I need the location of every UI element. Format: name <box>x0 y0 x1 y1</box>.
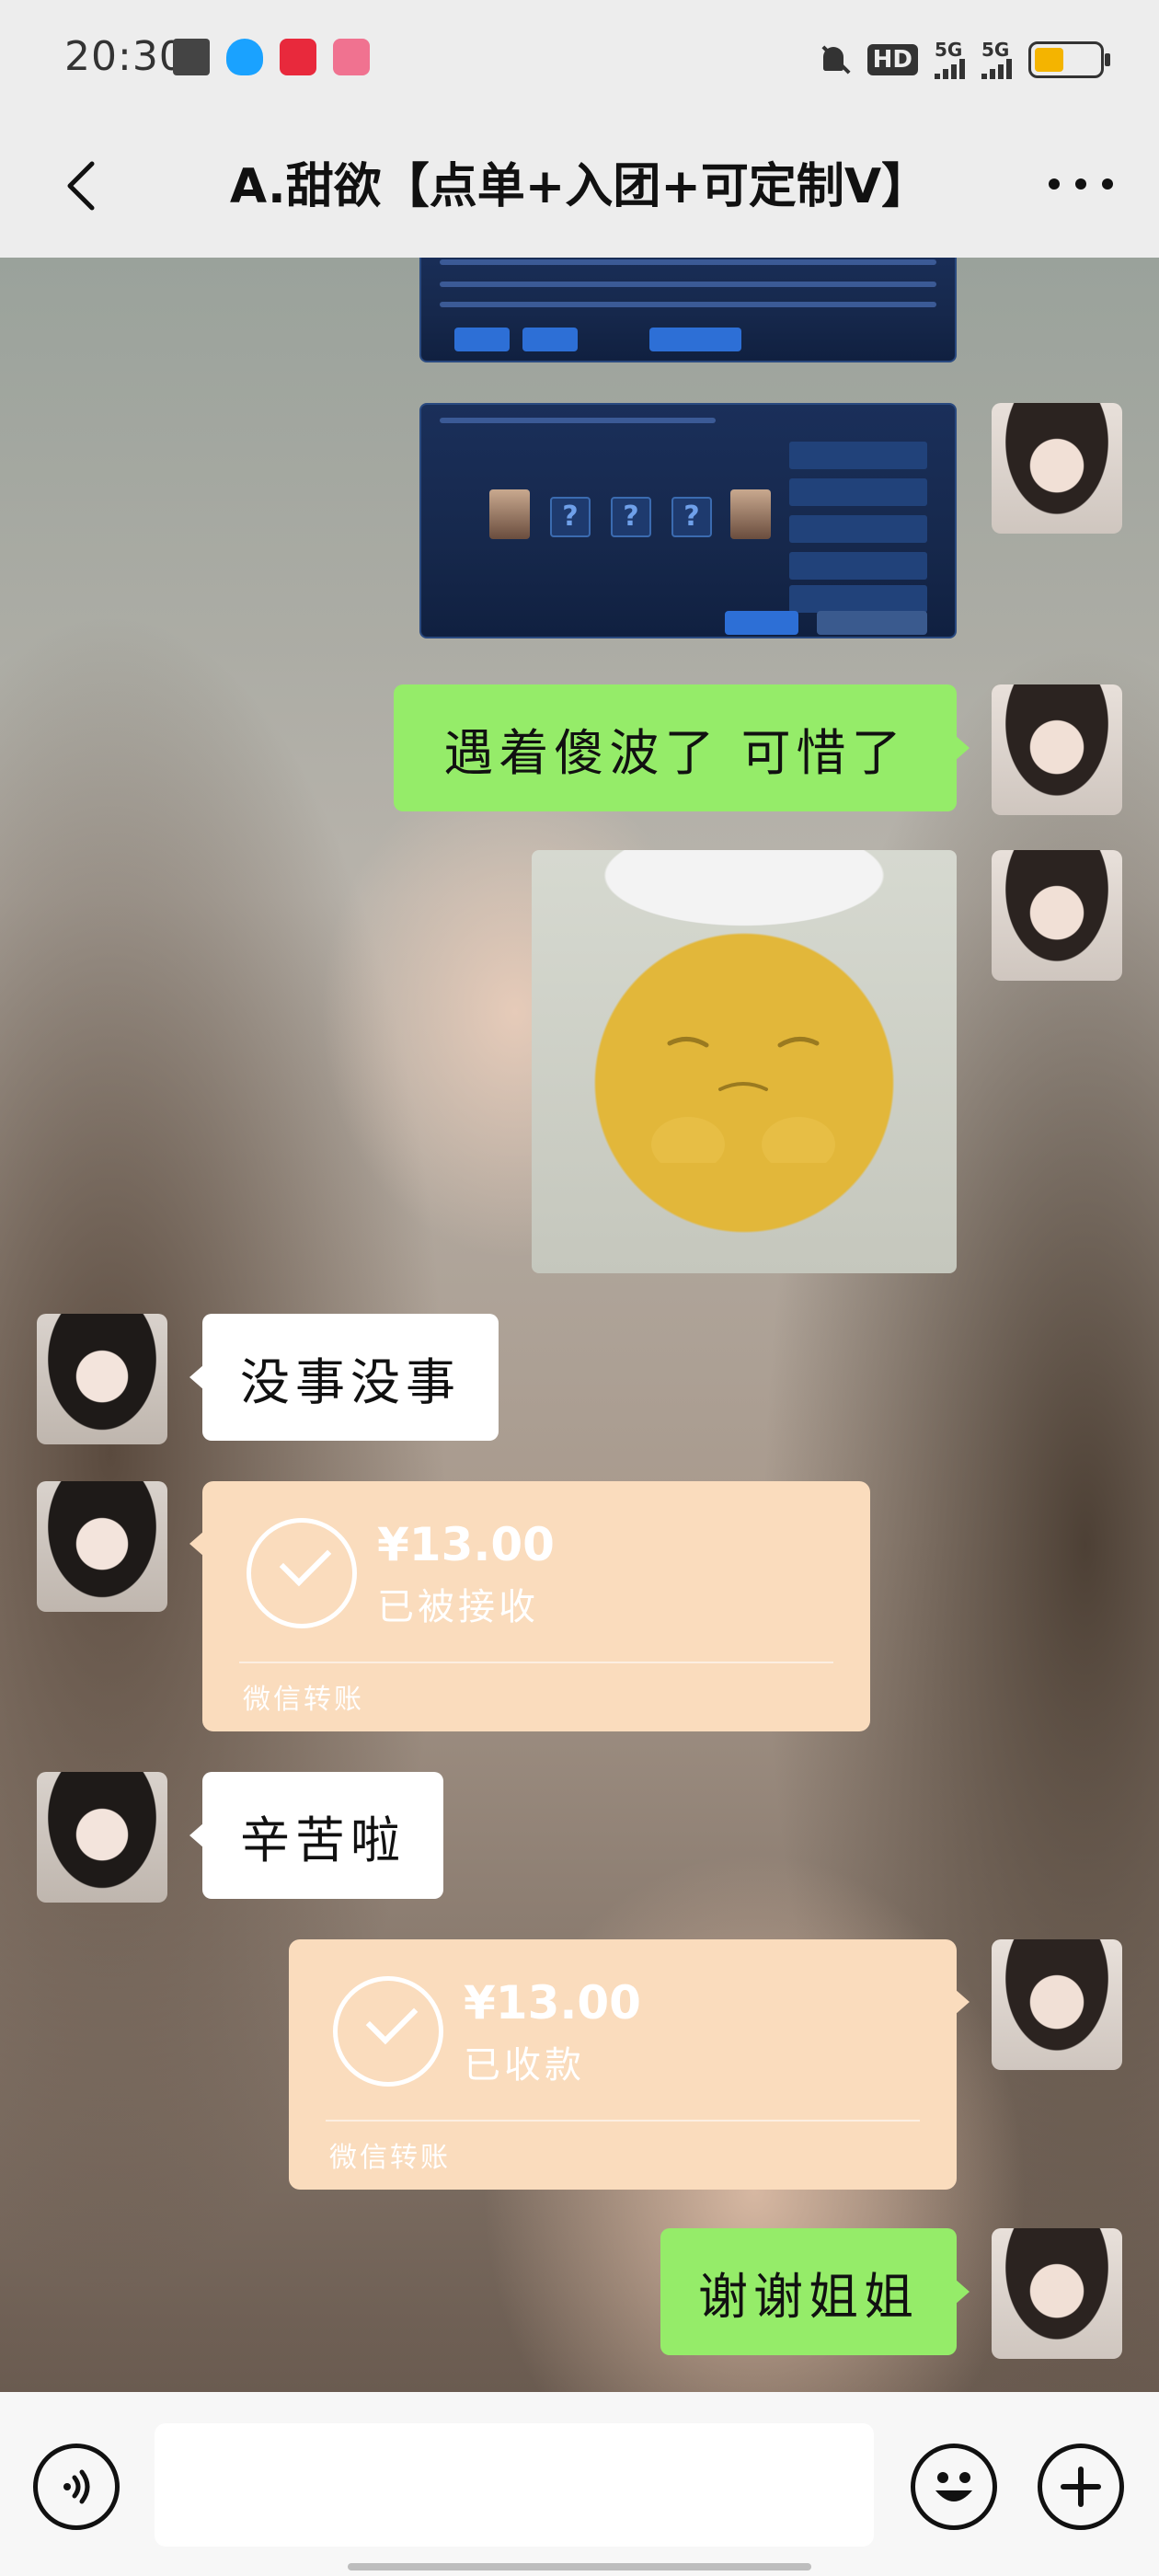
avatar-contact[interactable] <box>37 1314 167 1444</box>
message-bubble-self[interactable]: 谢谢姐姐 <box>660 2228 970 2355</box>
message-image-game-screenshot[interactable] <box>419 258 957 362</box>
chat-title: A.甜欲【点单+入团+可定制V】 <box>229 159 930 214</box>
message-image-sticker[interactable] <box>532 850 957 1273</box>
battery-level <box>1035 48 1063 72</box>
message-input[interactable] <box>155 2423 874 2547</box>
check-circle-icon <box>333 1976 443 2087</box>
status-notification-icons <box>173 39 370 75</box>
app-icon-red <box>280 39 316 75</box>
qq-icon <box>226 39 263 75</box>
signal-1: 5G <box>935 40 965 79</box>
plus-icon[interactable] <box>1038 2444 1124 2530</box>
transfer-footer: 微信转账 <box>243 1684 364 1716</box>
avatar-self[interactable] <box>992 403 1122 534</box>
avatar-self[interactable] <box>992 2228 1122 2359</box>
signal-2-label: 5G <box>981 39 1010 61</box>
mute-icon <box>818 43 851 76</box>
transfer-footer: 微信转账 <box>329 2142 451 2174</box>
message-text: 没事没事 <box>240 1352 461 1411</box>
status-time: 20:30 <box>64 33 186 80</box>
signal-1-label: 5G <box>935 39 963 61</box>
divider <box>239 1662 833 1663</box>
status-system-icons: HD 5G 5G <box>818 40 1110 79</box>
emoji-icon[interactable] <box>911 2444 997 2530</box>
avatar-contact[interactable] <box>37 1481 167 1612</box>
stack-icon <box>173 39 210 75</box>
signal-2: 5G <box>981 40 1012 79</box>
chat-message-list[interactable]: ? ? ? 遇着傻波了 可惜了 没事没事 ¥13.00 已被接收 微信转账 辛苦… <box>0 258 1159 2392</box>
avatar-contact[interactable] <box>37 1772 167 1903</box>
transfer-card-collected[interactable]: ¥13.00 已收款 微信转账 <box>289 1939 970 2190</box>
chat-header: A.甜欲【点单+入团+可定制V】 <box>0 120 1159 258</box>
app-icon-pink <box>333 39 370 75</box>
signal-bars-icon <box>935 59 965 79</box>
voice-icon[interactable] <box>33 2444 120 2530</box>
message-image-game-screenshot[interactable]: ? ? ? <box>419 403 957 638</box>
hd-badge: HD <box>866 44 918 75</box>
transfer-amount: ¥13.00 <box>464 1976 641 2030</box>
transfer-amount: ¥13.00 <box>377 1518 555 1571</box>
message-bubble-self[interactable]: 遇着傻波了 可惜了 <box>394 684 970 811</box>
more-dots-icon[interactable] <box>1049 166 1113 202</box>
signal-bars-icon <box>981 59 1012 79</box>
status-bar: 20:30 HD 5G 5G <box>0 0 1159 120</box>
avatar-self[interactable] <box>992 850 1122 981</box>
battery-icon <box>1028 41 1110 78</box>
message-input-bar <box>0 2392 1159 2576</box>
transfer-status: 已被接收 <box>377 1586 539 1628</box>
message-bubble-contact[interactable]: 辛苦啦 <box>189 1772 443 1899</box>
transfer-status: 已收款 <box>464 2044 585 2087</box>
avatar-self[interactable] <box>992 684 1122 815</box>
message-text: 辛苦啦 <box>240 1811 406 1869</box>
message-text: 谢谢姐姐 <box>698 2267 919 2326</box>
transfer-card-received[interactable]: ¥13.00 已被接收 微信转账 <box>189 1481 870 1731</box>
home-indicator[interactable] <box>348 2563 811 2570</box>
avatar-self[interactable] <box>992 1939 1122 2070</box>
divider <box>326 2120 920 2122</box>
check-circle-icon <box>247 1518 357 1628</box>
message-text: 遇着傻波了 可惜了 <box>443 723 907 782</box>
message-bubble-contact[interactable]: 没事没事 <box>189 1314 499 1441</box>
